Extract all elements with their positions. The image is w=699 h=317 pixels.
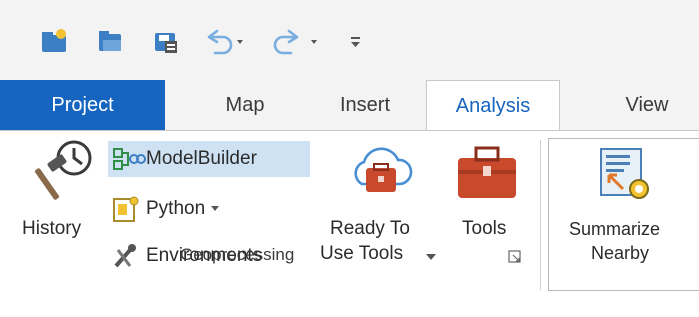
summarize-nearby-button[interactable]: Summarize Nearby (548, 138, 699, 291)
modelbuilder-label: ModelBuilder (146, 148, 257, 169)
tab-view[interactable]: View (595, 80, 699, 130)
tab-analysis[interactable]: Analysis (426, 80, 560, 131)
history-icon (35, 140, 92, 200)
save-project-icon[interactable] (148, 24, 184, 58)
new-project-icon[interactable] (36, 24, 72, 58)
tools-button[interactable]: Tools (448, 138, 528, 250)
tab-project[interactable]: Project (0, 80, 165, 130)
ready-to-use-tools-button[interactable]: Ready To Use Tools (316, 138, 444, 278)
toolbox-icon (458, 146, 516, 198)
tools-label: Tools (462, 218, 507, 239)
ready-tools-dropdown-icon (426, 254, 436, 260)
open-project-icon[interactable] (92, 24, 128, 58)
python-label: Python (146, 198, 206, 219)
ribbon-tabs: Project Map Insert Analysis View (0, 80, 699, 131)
tab-insert[interactable]: Insert (315, 80, 415, 130)
tab-map[interactable]: Map (200, 80, 290, 130)
modelbuilder-icon (113, 148, 146, 170)
summarize-nearby-icon (600, 148, 649, 199)
redo-icon[interactable] (268, 24, 324, 58)
history-label: History (22, 218, 82, 239)
summarize-label-line1: Summarize (569, 219, 661, 239)
modelbuilder-button[interactable]: ModelBuilder (108, 141, 310, 177)
python-button[interactable]: Python (108, 191, 268, 227)
ready-tools-label-line1: Ready To (330, 218, 410, 239)
python-icon (113, 196, 139, 222)
undo-icon[interactable] (200, 24, 248, 58)
chevron-down-icon (211, 206, 220, 211)
history-button[interactable]: History (18, 138, 104, 250)
ready-to-use-tools-icon (354, 147, 413, 192)
environments-icon (114, 244, 136, 268)
ready-tools-label-line2: Use Tools (320, 243, 404, 264)
quick-access-toolbar (0, 0, 699, 78)
group-divider (540, 140, 541, 290)
dialog-launcher-icon[interactable] (508, 250, 522, 269)
geoprocessing-group-label: Geoprocessing (180, 245, 295, 264)
summarize-label-line2: Nearby (591, 243, 650, 263)
customize-icon[interactable] (344, 24, 368, 58)
